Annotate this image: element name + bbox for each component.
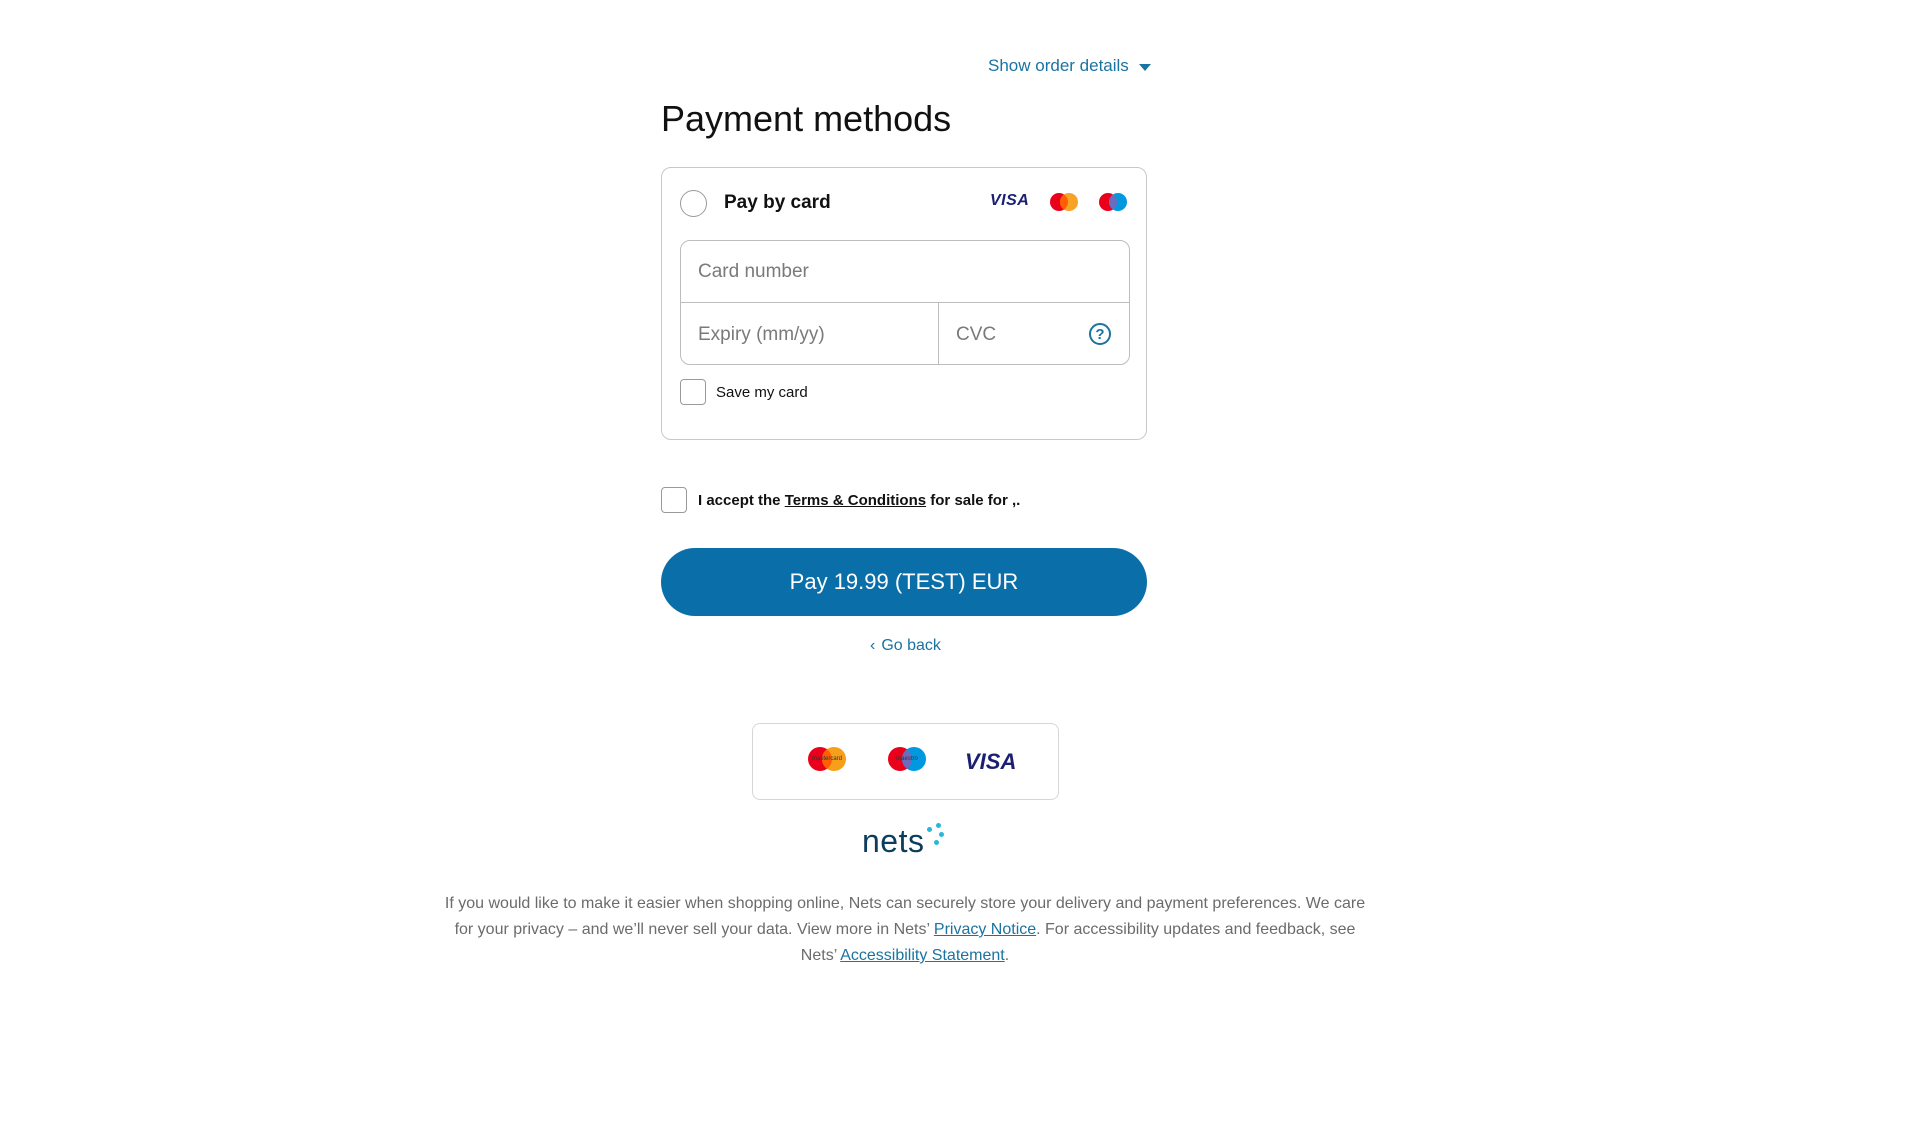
go-back-label: Go back [881, 637, 941, 654]
page-title: Payment methods [661, 98, 952, 139]
pay-by-card-radio[interactable] [680, 190, 707, 217]
save-card-checkbox[interactable] [680, 379, 706, 405]
pay-by-card-panel: Pay by card VISA ? Save my card [661, 167, 1147, 440]
save-card-row: Save my card [680, 379, 808, 405]
save-card-label: Save my card [716, 383, 808, 401]
maestro-caption: maestro [896, 756, 918, 762]
privacy-notice-link[interactable]: Privacy Notice [934, 921, 1036, 938]
accept-terms-checkbox[interactable] [661, 487, 687, 513]
maestro-logo [888, 747, 926, 771]
pay-by-card-label: Pay by card [724, 192, 831, 213]
visa-logo: VISA [965, 749, 1017, 774]
accepted-brands-box: mastercard maestro VISA [752, 723, 1059, 800]
terms-prefix: I accept the [698, 491, 785, 509]
go-back-link[interactable]: ‹ Go back [870, 637, 941, 655]
mastercard-logo [808, 747, 846, 771]
visa-logo: VISA [990, 192, 1030, 209]
card-number-field-wrap [681, 241, 1129, 303]
terms-link[interactable]: Terms & Conditions [785, 492, 926, 509]
help-icon[interactable]: ? [1089, 323, 1111, 345]
nets-logo-text: nets [862, 823, 925, 859]
maestro-logo [1099, 193, 1127, 211]
mastercard-caption: mastercard [811, 756, 842, 762]
terms-row: I accept the Terms & Conditions for sale… [661, 487, 1020, 513]
caret-down-icon [1138, 64, 1151, 71]
terms-suffix: for sale for ,. [926, 491, 1021, 509]
expiry-field-wrap [681, 303, 939, 364]
card-fields-group: ? [680, 240, 1130, 365]
accessibility-statement-link[interactable]: Accessibility Statement [840, 947, 1005, 964]
chevron-left-icon: ‹ [870, 637, 876, 654]
terms-text: I accept the Terms & Conditions for sale… [698, 492, 1020, 509]
cvc-field-wrap: ? [939, 303, 1129, 364]
card-number-input[interactable] [681, 241, 1129, 302]
mastercard-logo [1050, 193, 1078, 211]
pay-button[interactable]: Pay 19.99 (TEST) EUR [661, 548, 1147, 616]
nets-logo: nets [862, 823, 945, 859]
footer-text-3: . [1004, 947, 1010, 964]
nets-dots-icon [927, 823, 945, 851]
expiry-input[interactable] [681, 303, 938, 364]
privacy-footer-text: If you would like to make it easier when… [440, 891, 1370, 969]
order-toggle-label: Show order details [988, 56, 1129, 75]
show-order-details-toggle[interactable]: Show order details [988, 56, 1151, 76]
